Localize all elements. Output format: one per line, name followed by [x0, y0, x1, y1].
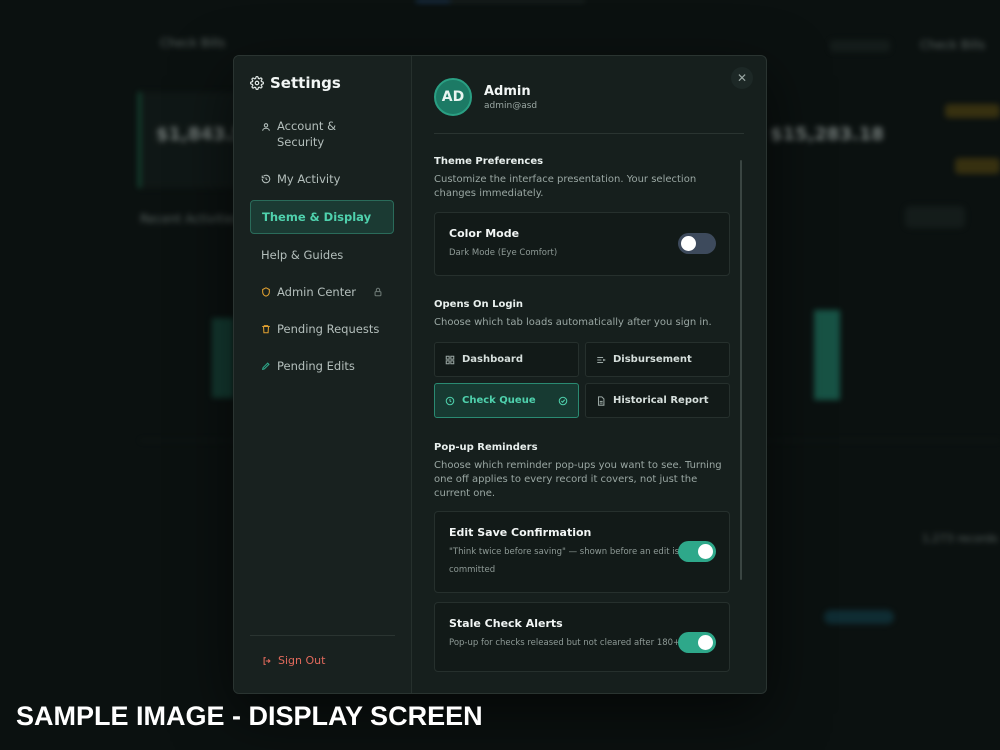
reminder-card-stale-check: Stale Check Alerts Pop-up for checks rel…: [434, 602, 730, 672]
background-right-label: Check Bills: [920, 38, 986, 52]
sidebar-divider: [250, 635, 395, 636]
login-option-label: Dashboard: [462, 354, 523, 365]
color-mode-card: Color Mode Dark Mode (Eye Comfort): [434, 212, 730, 276]
sidebar-item-help-guides[interactable]: Help & Guides: [250, 239, 394, 271]
settings-sidebar: Settings Account & Security My Activity …: [234, 56, 412, 693]
color-mode-subtitle: Dark Mode (Eye Comfort): [449, 248, 558, 258]
sign-out-label: Sign Out: [278, 654, 326, 667]
sidebar-item-admin-center[interactable]: Admin Center: [250, 276, 394, 308]
shield-icon: [262, 287, 270, 297]
opens-on-login-title: Opens On Login: [434, 299, 524, 310]
settings-title: Settings: [250, 74, 395, 92]
settings-scroll-area[interactable]: Theme Preferences Customize the interfac…: [434, 156, 744, 693]
history-icon: [261, 174, 271, 184]
sidebar-item-label: Pending Requests: [277, 322, 380, 336]
background-title: Check Bills: [160, 36, 226, 50]
stale-check-alerts-toggle[interactable]: [678, 632, 716, 653]
avatar: AD: [434, 78, 472, 116]
settings-modal: Settings Account & Security My Activity …: [233, 55, 767, 694]
color-mode-toggle[interactable]: [678, 233, 716, 254]
lock-icon: [374, 287, 382, 297]
list-icon: [597, 356, 606, 363]
background-button: [905, 206, 965, 228]
trash-icon: [262, 325, 270, 334]
profile-email: admin@asd: [484, 100, 538, 111]
profile-header: AD Admin admin@asd: [434, 78, 744, 134]
theme-preferences-title: Theme Preferences: [434, 156, 544, 167]
background-tab-strip: [450, 0, 585, 2]
logout-icon: [263, 656, 271, 665]
login-option-label: Check Queue: [462, 395, 536, 406]
background-active-tab: [416, 0, 450, 2]
close-button[interactable]: ✕: [731, 67, 753, 89]
reminder-card-edit-save: Edit Save Confirmation "Think twice befo…: [434, 511, 730, 593]
sidebar-item-theme-display[interactable]: Theme & Display: [250, 200, 394, 234]
sidebar-item-label: Account & Security: [277, 119, 337, 149]
theme-preferences-description: Customize the interface presentation. Yo…: [434, 174, 697, 199]
close-icon: ✕: [736, 71, 748, 85]
background-status-pill: [824, 610, 894, 624]
toggle-knob: [698, 635, 713, 650]
sidebar-item-pending-requests[interactable]: Pending Requests: [250, 313, 394, 345]
popup-reminders-description: Choose which reminder pop-ups you want t…: [434, 460, 722, 499]
login-option-dashboard[interactable]: Dashboard: [434, 342, 579, 377]
gear-icon: [250, 76, 264, 90]
toggle-knob: [698, 544, 713, 559]
sidebar-item-pending-edits[interactable]: Pending Edits: [250, 350, 394, 382]
reminder-description: "Think twice before saving" — shown befo…: [449, 547, 680, 575]
sidebar-item-label: Admin Center: [277, 285, 357, 299]
toggle-knob: [681, 236, 696, 251]
background-bar-2: [814, 310, 840, 400]
profile-name: Admin: [484, 83, 531, 99]
sign-out-button[interactable]: Sign Out: [262, 654, 325, 667]
edit-save-confirmation-toggle[interactable]: [678, 541, 716, 562]
background-bar: [212, 318, 234, 398]
background-badge-2: [955, 158, 1000, 174]
popup-reminders-title: Pop-up Reminders: [434, 442, 538, 453]
sidebar-item-my-activity[interactable]: My Activity: [250, 163, 394, 195]
scrollbar[interactable]: [740, 160, 742, 580]
reminder-description: Pop-up for checks released but not clear…: [449, 638, 681, 648]
reminder-title: Stale Check Alerts: [449, 617, 563, 630]
sample-image-watermark: SAMPLE IMAGE - DISPLAY SCREEN: [16, 701, 483, 731]
pencil-icon: [261, 362, 270, 371]
reminder-title: Edit Save Confirmation: [449, 526, 592, 539]
login-option-label: Historical Report: [613, 395, 709, 406]
background-amount-left: $1,843.5: [156, 124, 245, 145]
document-icon: [597, 395, 605, 406]
login-option-check-queue[interactable]: Check Queue: [434, 383, 579, 418]
opens-on-login-description: Choose which tab loads automatically aft…: [434, 317, 712, 328]
settings-content: ✕ AD Admin admin@asd Theme Preferences C…: [412, 56, 766, 693]
sidebar-item-label: Help & Guides: [261, 248, 344, 262]
background-badge: [945, 104, 1000, 118]
login-option-disbursement[interactable]: Disbursement: [585, 342, 730, 377]
settings-title-text: Settings: [270, 74, 341, 92]
background-search: [830, 40, 890, 52]
grid-icon: [445, 355, 455, 364]
login-option-label: Disbursement: [613, 354, 692, 365]
check-circle-icon: [558, 396, 568, 405]
user-icon: [262, 123, 270, 131]
background-amount-right: $15,283.18: [770, 124, 884, 145]
sidebar-item-label: Theme & Display: [262, 210, 372, 224]
sidebar-item-label: Pending Edits: [277, 359, 355, 373]
background-record-count: 1,273 records: [922, 532, 998, 545]
sidebar-item-label: My Activity: [277, 172, 341, 186]
color-mode-title: Color Mode: [449, 227, 520, 240]
background-section-label: Recent Activities: [140, 212, 241, 226]
sidebar-item-account-security[interactable]: Account & Security: [250, 110, 394, 158]
login-tab-options: Dashboard Disbursement Check Queue Histo…: [434, 342, 744, 418]
login-option-historical-report[interactable]: Historical Report: [585, 383, 730, 418]
clock-icon: [445, 396, 455, 405]
